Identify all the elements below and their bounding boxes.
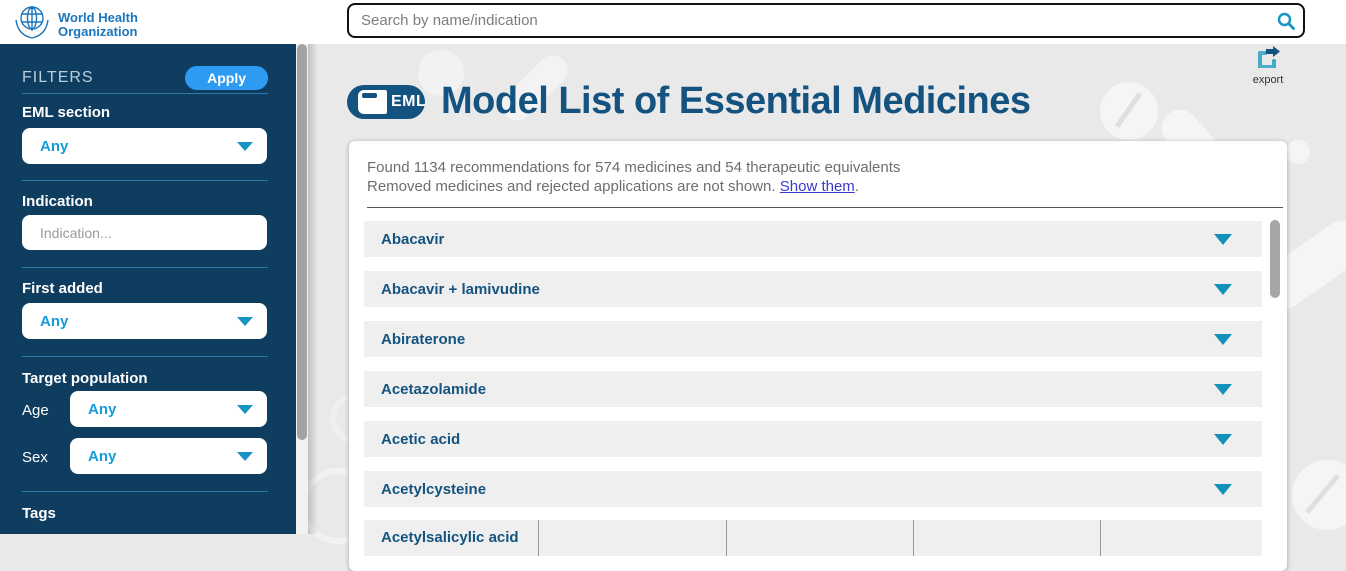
medicine-row-partial[interactable]: Acetylsalicylic acid — [364, 520, 1262, 556]
chevron-down-icon — [1214, 384, 1232, 395]
eml-section-label: EML section — [22, 104, 110, 121]
medicine-name: Abacavir + lamivudine — [364, 281, 1214, 298]
chevron-down-icon — [237, 317, 253, 326]
age-select[interactable]: Any — [70, 391, 267, 427]
tags-label: Tags — [22, 505, 56, 522]
medicine-name: Acetylsalicylic acid — [364, 529, 519, 546]
who-logo[interactable]: World Health Organization — [12, 2, 138, 47]
search-icon[interactable] — [1269, 11, 1303, 31]
chevron-down-icon — [1214, 334, 1232, 345]
chevron-down-icon — [1214, 234, 1232, 245]
summary-line2: Removed medicines and rejected applicati… — [367, 178, 776, 195]
page-title: Model List of Essential Medicines — [441, 80, 1031, 123]
column-divider — [538, 520, 539, 556]
chevron-down-icon — [237, 452, 253, 461]
first-added-value: Any — [22, 313, 237, 330]
content-left-shadow — [308, 44, 318, 534]
divider — [22, 491, 268, 492]
divider — [22, 93, 268, 94]
divider — [22, 267, 268, 268]
export-icon — [1256, 55, 1280, 72]
search-box — [347, 3, 1305, 38]
medicine-name: Abiraterone — [364, 331, 1214, 348]
sex-select[interactable]: Any — [70, 438, 267, 474]
divider — [22, 180, 268, 181]
medicine-row[interactable]: Abiraterone — [364, 321, 1262, 357]
divider — [367, 207, 1283, 208]
medicine-row[interactable]: Abacavir + lamivudine — [364, 271, 1262, 307]
summary-line1: Found 1134 recommendations for 574 medic… — [367, 159, 900, 176]
search-input[interactable] — [349, 12, 1269, 29]
medicine-row[interactable]: Acetazolamide — [364, 371, 1262, 407]
page-title-row: EML Model List of Essential Medicines — [347, 80, 1031, 123]
export-button[interactable]: export — [1240, 46, 1296, 86]
capsule-icon — [358, 90, 387, 114]
show-them-link[interactable]: Show them — [780, 178, 855, 195]
link-suffix: . — [855, 178, 859, 195]
target-population-label: Target population — [22, 370, 148, 387]
eml-section-select[interactable]: Any — [22, 128, 267, 164]
medicine-name: Acetazolamide — [364, 381, 1214, 398]
who-emblem-icon — [12, 2, 52, 47]
medicine-row[interactable]: Abacavir — [364, 221, 1262, 257]
chevron-down-icon — [1214, 434, 1232, 445]
apply-button[interactable]: Apply — [185, 66, 268, 90]
sidebar-scrollbar-track[interactable] — [296, 44, 308, 534]
chevron-down-icon — [1214, 484, 1232, 495]
eml-badge-icon: EML — [347, 85, 425, 119]
column-divider — [913, 520, 914, 556]
age-label: Age — [22, 402, 49, 419]
results-card: Found 1134 recommendations for 574 medic… — [349, 141, 1287, 571]
chevron-down-icon — [1214, 284, 1232, 295]
filters-sidebar: FILTERS Apply EML section Any Indication… — [0, 44, 296, 534]
sidebar-scrollbar-thumb[interactable] — [297, 44, 307, 440]
list-scrollbar-thumb[interactable] — [1270, 220, 1280, 298]
medicine-row[interactable]: Acetylcysteine — [364, 471, 1262, 507]
results-summary: Found 1134 recommendations for 574 medic… — [367, 158, 900, 196]
filters-title: FILTERS — [22, 69, 94, 87]
top-bar: World Health Organization — [0, 0, 1346, 44]
who-logo-text: World Health Organization — [58, 11, 138, 39]
sex-value: Any — [70, 448, 237, 465]
medicine-row[interactable]: Acetic acid — [364, 421, 1262, 457]
age-value: Any — [70, 401, 237, 418]
chevron-down-icon — [237, 142, 253, 151]
indication-input[interactable] — [22, 215, 267, 250]
medicine-name: Abacavir — [364, 231, 1214, 248]
divider — [22, 356, 268, 357]
first-added-select[interactable]: Any — [22, 303, 267, 339]
export-label: export — [1240, 74, 1296, 86]
column-divider — [726, 520, 727, 556]
indication-label: Indication — [22, 193, 93, 210]
chevron-down-icon — [237, 405, 253, 414]
medicine-name: Acetylcysteine — [364, 481, 1214, 498]
medicine-name: Acetic acid — [364, 431, 1214, 448]
sex-label: Sex — [22, 449, 48, 466]
eml-badge-text: EML — [391, 93, 426, 111]
eml-section-value: Any — [22, 138, 237, 155]
watermark-circle — [1286, 140, 1310, 164]
first-added-label: First added — [22, 280, 103, 297]
column-divider — [1100, 520, 1101, 556]
